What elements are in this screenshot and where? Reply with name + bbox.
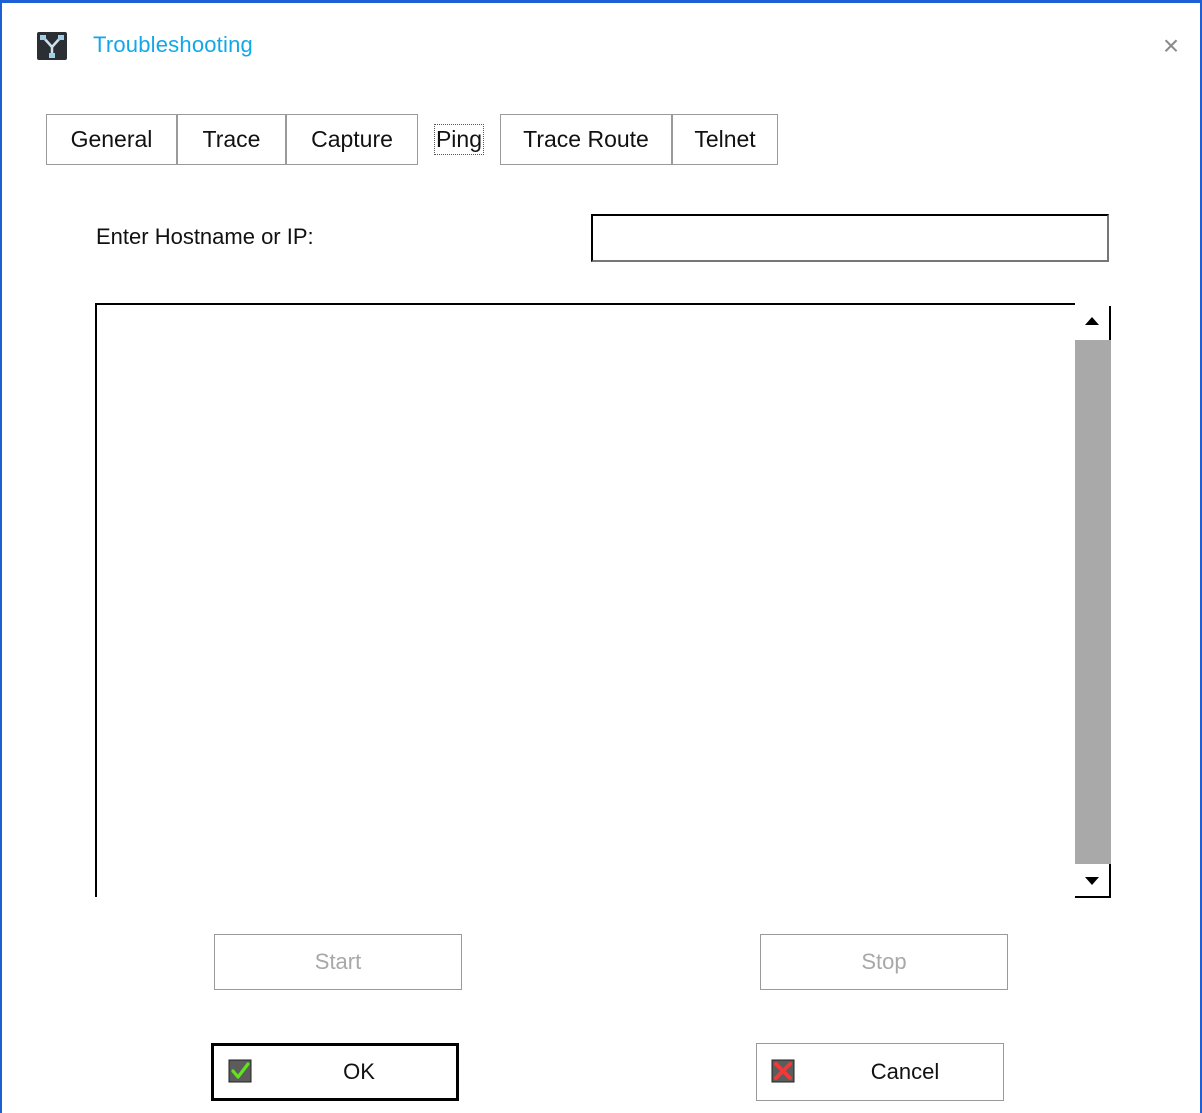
vertical-scrollbar[interactable] bbox=[1075, 306, 1111, 898]
ping-output-area[interactable] bbox=[95, 303, 1075, 897]
tab-label: Trace bbox=[202, 126, 261, 152]
tab-capture[interactable]: Capture bbox=[286, 114, 418, 165]
scroll-track[interactable] bbox=[1075, 340, 1111, 864]
arrow-up-icon bbox=[1085, 317, 1099, 325]
stop-button[interactable]: Stop bbox=[760, 934, 1008, 990]
close-icon[interactable]: × bbox=[1156, 31, 1186, 61]
tab-general[interactable]: General bbox=[46, 114, 177, 165]
window-title: Troubleshooting bbox=[93, 32, 253, 57]
tab-label: General bbox=[70, 126, 153, 152]
ok-label: OK bbox=[343, 1059, 375, 1084]
tab-label: Telnet bbox=[694, 126, 756, 152]
troubleshooting-dialog: Troubleshooting × General Trace Capture … bbox=[0, 0, 1202, 1113]
ok-button[interactable]: OK bbox=[211, 1043, 459, 1101]
tab-trace[interactable]: Trace bbox=[177, 114, 286, 165]
scroll-down-button[interactable] bbox=[1075, 864, 1111, 898]
cancel-label: Cancel bbox=[870, 1059, 940, 1084]
start-button[interactable]: Start bbox=[214, 934, 462, 990]
tab-trace-route[interactable]: Trace Route bbox=[500, 114, 672, 165]
hostname-label: Enter Hostname or IP: bbox=[96, 224, 314, 249]
tab-ping[interactable]: Ping bbox=[418, 114, 500, 165]
tab-label: Trace Route bbox=[523, 126, 649, 152]
tab-label: Ping bbox=[433, 124, 485, 155]
hostname-input[interactable] bbox=[591, 214, 1109, 262]
tab-telnet[interactable]: Telnet bbox=[672, 114, 778, 165]
network-troubleshoot-icon bbox=[37, 32, 67, 60]
arrow-down-icon bbox=[1085, 877, 1099, 885]
cancel-button[interactable]: Cancel bbox=[756, 1043, 1004, 1101]
tab-label: Capture bbox=[311, 126, 393, 152]
red-x-icon bbox=[771, 1059, 795, 1083]
green-checkmark-icon bbox=[228, 1059, 252, 1083]
scroll-up-button[interactable] bbox=[1075, 306, 1111, 340]
